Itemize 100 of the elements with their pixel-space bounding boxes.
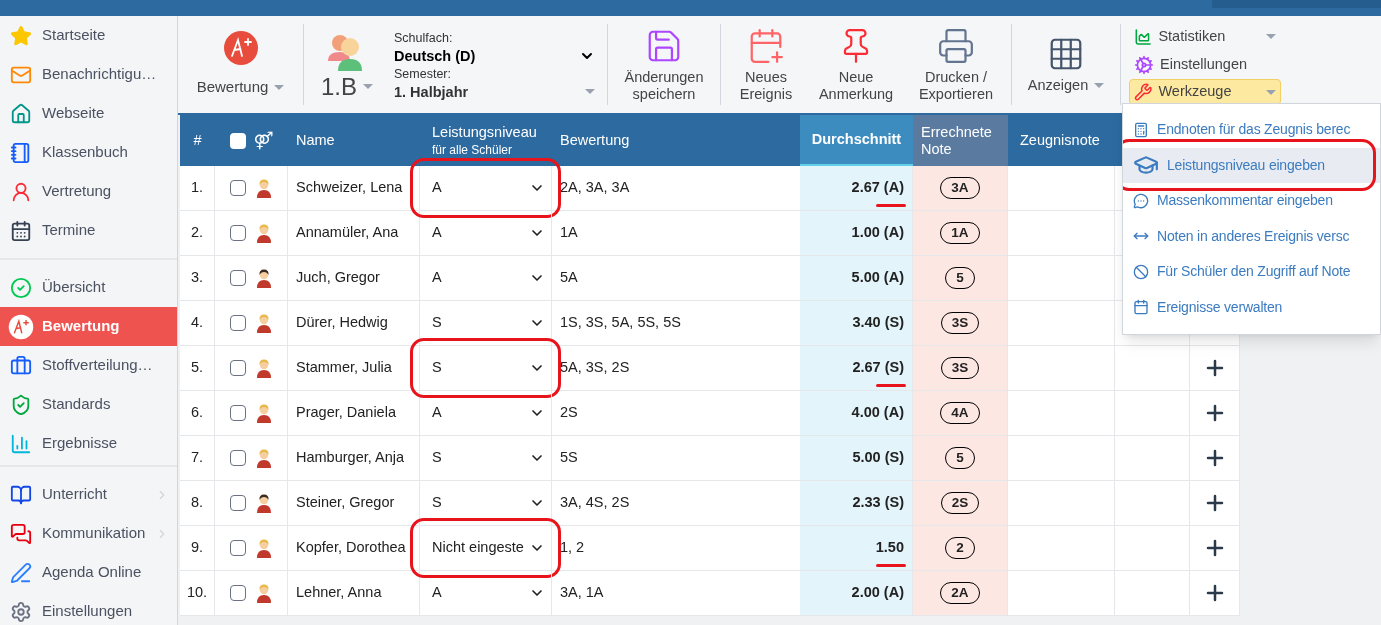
column-header: Name — [296, 130, 335, 150]
toolbar-button[interactable]: Änderungen speichern — [608, 24, 720, 105]
student-name: Dürer, Hedwig — [296, 313, 388, 333]
student-name: Schweizer, Lena — [296, 178, 403, 198]
row-checkbox[interactable] — [230, 360, 246, 376]
star-icon — [10, 24, 32, 47]
row-checkbox[interactable] — [230, 270, 246, 286]
row-checkbox[interactable] — [230, 180, 246, 196]
grades: 5A, 3S, 2S — [560, 358, 630, 378]
grades: 3A, 4S, 2S — [560, 493, 630, 513]
pen-icon — [10, 561, 32, 584]
menu-item[interactable]: Leistungsniveau eingeben — [1123, 147, 1380, 183]
row-number: 2. — [190, 223, 204, 243]
sidebar-item[interactable]: Übersicht — [0, 268, 177, 307]
grade-icon — [8, 313, 34, 340]
average-value: 1.00 (A) — [851, 223, 904, 243]
row-checkbox[interactable] — [230, 540, 246, 556]
semester-label: Semester: — [394, 65, 452, 83]
gender-symbol: ⚤ — [253, 128, 274, 152]
level-dropdown[interactable]: S — [420, 346, 551, 390]
level-dropdown[interactable]: A — [420, 211, 551, 255]
grade-icon — [222, 30, 259, 67]
column-header: Errechnete Note — [921, 123, 993, 158]
semester-dropdown[interactable]: 1. Halbjahr — [394, 82, 595, 101]
menu-button[interactable]: Statistiken — [1129, 24, 1281, 50]
sidebar-item[interactable]: Webseite — [0, 94, 177, 133]
level-dropdown[interactable]: S — [420, 301, 551, 345]
grades: 5A — [560, 268, 578, 288]
row-checkbox[interactable] — [230, 315, 246, 331]
toolbar-button[interactable]: Neues Ereignis — [721, 24, 811, 105]
row-checkbox[interactable] — [230, 225, 246, 241]
level-dropdown[interactable]: S — [420, 481, 551, 525]
sidebar-item[interactable]: Ergebnisse — [0, 424, 177, 463]
average-value: 1.50 — [875, 538, 904, 558]
grades: 5S — [560, 448, 578, 468]
grades: 2A, 3A, 3A — [560, 178, 630, 198]
level-dropdown[interactable]: A — [420, 391, 551, 435]
area-chart-icon — [1134, 26, 1153, 47]
check-circle-icon — [10, 276, 32, 299]
level-dropdown[interactable]: S — [420, 436, 551, 480]
sidebar-item[interactable]: Termine — [0, 211, 177, 250]
average-value: 5.00 (S) — [852, 448, 904, 468]
sidebar-item[interactable]: Einstellungen — [0, 592, 177, 625]
speech-bubble-icon — [1133, 192, 1149, 209]
sidebar-item[interactable]: Benachrichtigu… — [0, 55, 177, 94]
subject-label: Schulfach: — [394, 29, 454, 47]
menu-item[interactable]: Endnoten für das Zeugnis berec — [1123, 112, 1380, 148]
column-header: Zeugnisnote — [1020, 130, 1100, 150]
sidebar-item[interactable]: Agenda Online — [0, 553, 177, 592]
average-value: 5.00 (A) — [851, 268, 904, 288]
toolbar-button[interactable]: Anzeigen — [1012, 24, 1120, 105]
level-dropdown[interactable]: A — [420, 571, 551, 615]
sidebar-item[interactable]: Kommunikation — [0, 514, 177, 553]
menu-item[interactable]: Massenkommentar eingeben — [1123, 183, 1380, 219]
level-dropdown[interactable]: A — [420, 256, 551, 300]
menu-item[interactable]: Ereignisse verwalten — [1123, 289, 1380, 325]
caret-icon — [1266, 34, 1276, 40]
menu-item[interactable]: Noten in anderes Ereignis versc — [1123, 218, 1380, 254]
gear-icon — [10, 600, 32, 623]
menu-button[interactable]: Werkzeuge — [1129, 79, 1281, 105]
student-name: Prager, Daniela — [296, 403, 396, 423]
row-number: 6. — [190, 403, 204, 423]
sidebar-item[interactable]: Vertretung — [0, 172, 177, 211]
sidebar-item[interactable]: Startseite — [0, 16, 177, 55]
printer-icon — [937, 26, 975, 65]
subject-dropdown[interactable]: Deutsch (D) — [394, 46, 595, 65]
shield-icon — [10, 393, 32, 416]
row-number: 1. — [190, 178, 204, 198]
average-value: 2.33 (S) — [852, 493, 904, 513]
tools-icon — [1134, 82, 1153, 103]
class-selector[interactable]: 1.B — [316, 30, 378, 99]
select-all-checkbox[interactable] — [229, 132, 246, 149]
grades: 1S, 3S, 5A, 5S, 5S — [560, 313, 681, 333]
student-name: Lehner, Anna — [296, 583, 382, 603]
row-checkbox[interactable] — [230, 585, 246, 601]
column-header: Leistungsniveau für alle Schüler — [431, 122, 538, 159]
caret-icon — [1094, 83, 1105, 88]
row-checkbox[interactable] — [230, 495, 246, 511]
column-header: Durchschnitt — [811, 129, 902, 149]
calculator-icon — [1133, 121, 1149, 138]
sidebar-item[interactable]: Klassenbuch — [0, 133, 177, 172]
average-value: 3.40 (S) — [852, 313, 904, 333]
sidebar-item[interactable]: Standards — [0, 385, 177, 424]
grades: 3A, 1A — [560, 583, 604, 603]
row-checkbox[interactable] — [230, 405, 246, 421]
toolbar-button[interactable]: Drucken / Exportieren — [901, 24, 1011, 105]
average-value: 2.00 (A) — [851, 583, 904, 603]
menu-item[interactable]: Für Schüler den Zugriff auf Note — [1123, 254, 1380, 290]
row-number: 7. — [190, 448, 204, 468]
level-dropdown[interactable]: Nicht eingeste — [420, 526, 551, 570]
toolbar-button[interactable]: Neue Anmerkung — [811, 24, 901, 105]
row-checkbox[interactable] — [230, 450, 246, 466]
menu-button[interactable]: Einstellungen — [1129, 51, 1281, 78]
module-button[interactable]: Bewertung — [178, 24, 303, 105]
level-dropdown[interactable]: A — [420, 166, 551, 210]
grades: 2S — [560, 403, 578, 423]
sidebar-item[interactable]: Stoffverteilung… — [0, 346, 177, 385]
forbidden-icon — [1133, 263, 1149, 280]
student-name: Stammer, Julia — [296, 358, 392, 378]
sidebar-item[interactable]: Unterricht — [0, 475, 177, 514]
